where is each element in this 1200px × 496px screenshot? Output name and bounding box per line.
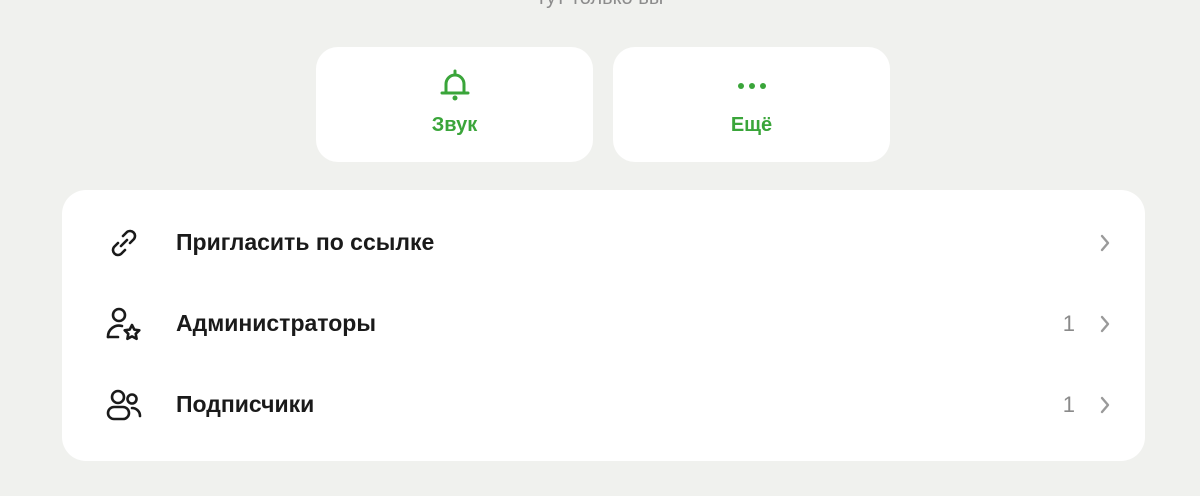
administrators-label: Администраторы <box>176 310 376 336</box>
more-button[interactable]: Ещё <box>613 47 890 162</box>
administrators-count: 1 <box>1062 310 1075 336</box>
invite-link-item[interactable]: Пригласить по ссылке <box>62 202 1145 283</box>
subscribers-label: Подписчики <box>176 391 315 417</box>
chevron-right-icon <box>1095 233 1115 253</box>
bell-icon <box>435 66 475 106</box>
subscribers-count: 1 <box>1062 391 1075 417</box>
chat-subtitle: тут только вы <box>0 0 1200 10</box>
chevron-right-icon <box>1095 314 1115 334</box>
subscribers-item[interactable]: Подписчики 1 <box>62 364 1145 445</box>
more-dots-icon <box>732 66 772 106</box>
link-icon <box>104 223 144 263</box>
quick-actions: Звук Ещё <box>316 47 890 162</box>
chat-settings-list: Пригласить по ссылке Администраторы 1 По… <box>62 190 1145 461</box>
invite-link-label: Пригласить по ссылке <box>176 229 435 255</box>
sound-button-label: Звук <box>431 114 478 136</box>
sound-button[interactable]: Звук <box>316 47 593 162</box>
users-icon <box>104 385 144 425</box>
admin-user-star-icon <box>104 304 144 344</box>
administrators-item[interactable]: Администраторы 1 <box>62 283 1145 364</box>
more-button-label: Ещё <box>730 114 773 136</box>
chevron-right-icon <box>1095 395 1115 415</box>
